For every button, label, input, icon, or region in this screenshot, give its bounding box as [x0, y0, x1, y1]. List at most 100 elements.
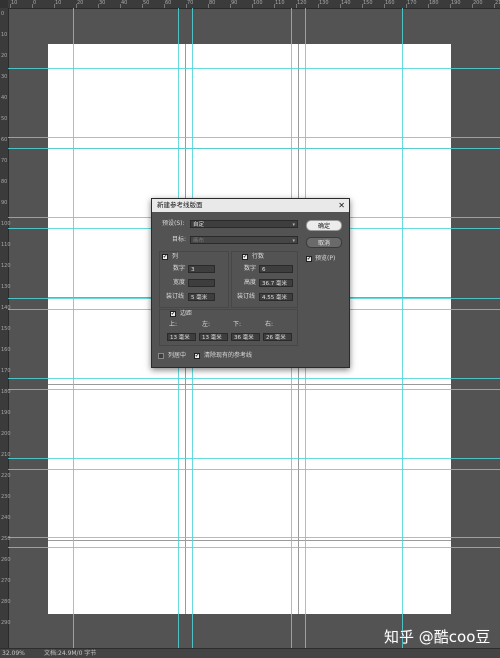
ruler-label: 70: [1, 158, 8, 164]
ruler-label: 90: [231, 0, 238, 6]
margin-top-label: 上:: [169, 321, 178, 328]
ruler-label: 10: [55, 0, 62, 6]
columns-label: 列: [172, 253, 179, 260]
ruler-label: 110: [1, 242, 11, 248]
rows-height-input[interactable]: 36.7 毫米: [259, 279, 293, 287]
preview-label: 预览(P): [315, 255, 336, 262]
ruler-label: 50: [143, 0, 150, 6]
preset-select[interactable]: 自定 ▾: [190, 220, 298, 228]
ruler-label: 0: [1, 11, 5, 17]
ruler-label: 130: [1, 284, 11, 290]
top-ruler[interactable]: 10 0 10 20 30 40 50 60 70 80 90 100 110 120 130 140 150 1…: [0, 0, 500, 9]
ruler-label: 190: [1, 410, 11, 416]
ruler-label: 260: [1, 557, 11, 563]
ruler-label: 160: [1, 347, 11, 353]
guide-horizontal[interactable]: [8, 148, 500, 149]
ruler-label: 20: [1, 53, 8, 59]
target-label: 目标:: [172, 236, 187, 243]
ruler-label: 30: [1, 74, 8, 80]
columns-gutter-label: 装订线: [166, 293, 185, 300]
ruler-label: 90: [1, 200, 8, 206]
ruler-label: 70: [187, 0, 194, 6]
ruler-label: 160: [385, 0, 395, 6]
margin-left-input[interactable]: 13 毫米: [199, 333, 228, 341]
ruler-label: 270: [1, 578, 11, 584]
margin-bottom-input[interactable]: 36 毫米: [231, 333, 260, 341]
ruler-label: 180: [1, 389, 11, 395]
ruler-label: 120: [1, 263, 11, 269]
guide-horizontal[interactable]: [8, 537, 500, 538]
ruler-label: 180: [429, 0, 439, 6]
margin-label: 边距: [180, 310, 193, 317]
ruler-label: 20: [77, 0, 84, 6]
ruler-label: 60: [1, 137, 8, 143]
left-ruler[interactable]: 0 10 20 30 40 50 60 70 80 90 100 110 120 130 140 150 160…: [0, 8, 11, 648]
grid-line: [48, 384, 451, 385]
rows-gutter-input[interactable]: 4.55 毫米: [259, 293, 293, 301]
margin-bottom-label: 下:: [233, 321, 242, 328]
margin-checkbox[interactable]: ✔: [170, 311, 176, 317]
ruler-label: 280: [1, 599, 11, 605]
rows-height-label: 高度: [244, 279, 257, 286]
margin-right-input[interactable]: 26 毫米: [263, 333, 292, 341]
new-guide-layout-dialog: 新建参考线版面 ✕ 预设(S): 自定 ▾ 目标: 画布 ▾ ✔ 列 数字 3 …: [151, 198, 350, 368]
rows-label: 行数: [252, 253, 265, 260]
columns-gutter-input[interactable]: 5 毫米: [188, 293, 215, 301]
guide-horizontal[interactable]: [8, 458, 500, 459]
ruler-label: 100: [1, 221, 11, 227]
rows-gutter-label: 装订线: [237, 293, 256, 300]
ruler-label: 290: [1, 620, 11, 626]
ruler-label: 200: [473, 0, 483, 6]
ok-button[interactable]: 确定: [306, 220, 342, 231]
guide-vertical[interactable]: [73, 8, 74, 648]
cancel-button[interactable]: 取消: [306, 237, 342, 248]
ruler-label: 150: [363, 0, 373, 6]
guide-horizontal[interactable]: [8, 469, 500, 470]
preset-label: 预设(S):: [162, 220, 185, 227]
zhihu-watermark: 知乎 @酷coo豆: [384, 628, 491, 646]
margin-right-label: 右:: [265, 321, 274, 328]
ruler-label: 150: [1, 326, 11, 332]
ruler-label: 120: [297, 0, 307, 6]
ruler-label: 0: [33, 0, 37, 6]
ruler-label: 10: [11, 0, 18, 6]
guide-horizontal[interactable]: [8, 378, 500, 379]
margin-top-input[interactable]: 13 毫米: [167, 333, 196, 341]
chevron-down-icon: ▾: [292, 238, 295, 244]
ruler-label: 210: [495, 0, 500, 6]
guide-horizontal[interactable]: [8, 547, 500, 548]
preview-checkbox[interactable]: ✔: [306, 256, 312, 262]
guide-horizontal[interactable]: [8, 68, 500, 69]
columns-width-label: 宽度: [173, 279, 186, 286]
dialog-title-bar[interactable]: 新建参考线版面 ✕: [152, 199, 349, 212]
center-columns-label: 列居中: [168, 352, 187, 359]
columns-width-input[interactable]: [188, 279, 215, 287]
ruler-label: 230: [1, 494, 11, 500]
ruler-label: 80: [209, 0, 216, 6]
dialog-title: 新建参考线版面: [157, 201, 203, 209]
ruler-label: 40: [121, 0, 128, 6]
ruler-label: 200: [1, 431, 11, 437]
guide-horizontal[interactable]: [8, 137, 500, 138]
rows-number-input[interactable]: 6: [259, 265, 293, 273]
ruler-origin[interactable]: [0, 0, 8, 8]
target-value: 画布: [193, 238, 205, 244]
guide-horizontal[interactable]: [8, 389, 500, 390]
ruler-label: 10: [1, 32, 8, 38]
ruler-label: 100: [253, 0, 263, 6]
center-columns-checkbox[interactable]: [158, 353, 164, 359]
rows-checkbox[interactable]: ✔: [242, 254, 248, 260]
grid-line: [48, 540, 451, 541]
close-icon[interactable]: ✕: [338, 199, 345, 212]
ruler-label: 130: [319, 0, 329, 6]
columns-number-label: 数字: [173, 265, 186, 272]
chevron-down-icon: ▾: [292, 222, 295, 228]
margin-left-label: 左:: [202, 321, 211, 328]
target-select[interactable]: 画布 ▾: [190, 236, 298, 244]
ruler-label: 40: [1, 95, 8, 101]
clear-guides-checkbox[interactable]: ✔: [194, 353, 200, 359]
ruler-label: 170: [1, 368, 11, 374]
columns-checkbox[interactable]: ✔: [162, 254, 168, 260]
columns-number-input[interactable]: 3: [188, 265, 215, 273]
guide-vertical[interactable]: [402, 8, 403, 648]
